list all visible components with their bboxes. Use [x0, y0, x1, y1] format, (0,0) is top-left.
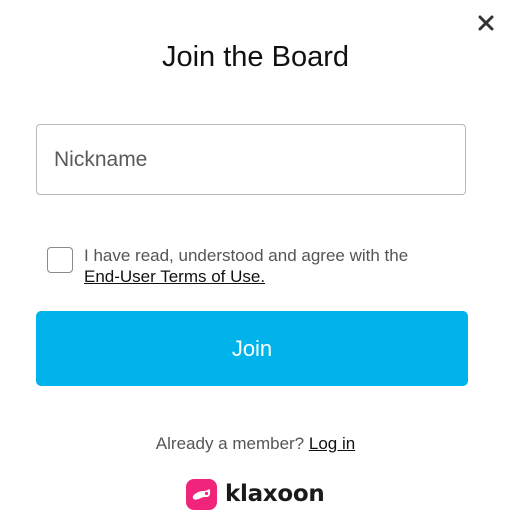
join-board-dialog: Join the Board I have read, understood a… — [0, 0, 511, 531]
terms-of-use-link[interactable]: End-User Terms of Use. — [84, 267, 265, 286]
klaxoon-brand: klaxoon — [186, 478, 325, 510]
terms-text: I have read, understood and agree with t… — [84, 246, 409, 265]
login-link[interactable]: Log in — [309, 434, 355, 453]
join-button[interactable]: Join — [36, 311, 468, 386]
close-button[interactable] — [474, 11, 498, 35]
terms-label: I have read, understood and agree with t… — [84, 245, 464, 287]
login-prompt: Already a member? Log in — [0, 433, 511, 455]
klaxoon-logo-icon — [186, 478, 217, 510]
close-icon — [478, 15, 494, 31]
brand-name: klaxoon — [225, 481, 325, 507]
dialog-title: Join the Board — [161, 41, 349, 73]
member-text: Already a member? — [155, 434, 305, 453]
nickname-input[interactable] — [36, 124, 466, 195]
terms-checkbox[interactable] — [47, 247, 73, 273]
